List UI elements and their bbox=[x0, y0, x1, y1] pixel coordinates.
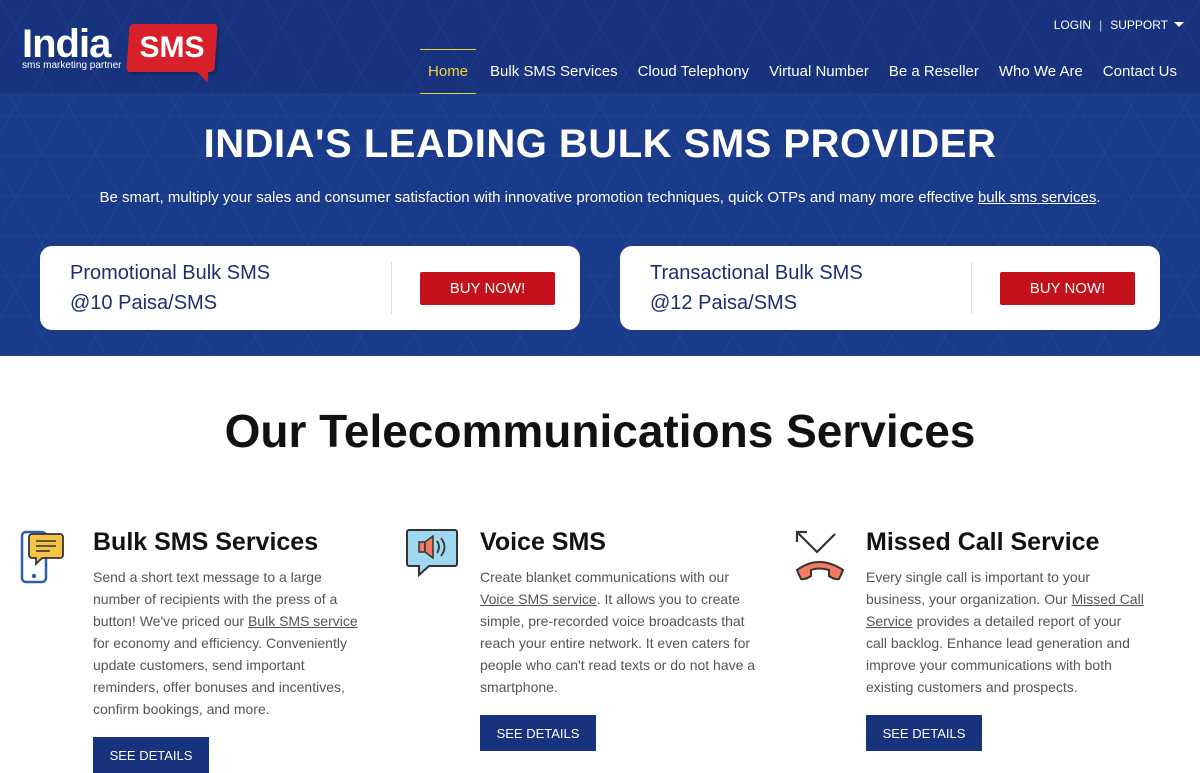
hero-subtitle-end: . bbox=[1096, 189, 1101, 206]
pricing-card-title: Transactional Bulk SMS bbox=[650, 262, 863, 284]
pricing-card-price: @12 Paisa/SMS bbox=[650, 292, 798, 314]
login-link[interactable]: LOGIN bbox=[1054, 18, 1091, 32]
util-separator: | bbox=[1099, 18, 1103, 32]
see-details-missed-call-button[interactable]: SEE DETAILS bbox=[866, 715, 982, 751]
voice-sms-service-link[interactable]: Voice SMS service bbox=[480, 591, 597, 607]
caret-down-icon bbox=[1174, 22, 1184, 27]
service-text-end: for economy and efficiency. Conveniently… bbox=[93, 635, 347, 717]
nav-item-cloud-telephony[interactable]: Cloud Telephony bbox=[628, 50, 759, 93]
support-dropdown[interactable]: SUPPORT bbox=[1110, 18, 1184, 32]
hero-subtitle: Be smart, multiply your sales and consum… bbox=[0, 189, 1200, 206]
pricing-card-price: @10 Paisa/SMS bbox=[70, 292, 218, 314]
nav-item-bulk-sms-services[interactable]: Bulk SMS Services bbox=[480, 50, 628, 93]
buy-now-transactional-button[interactable]: BUY NOW! bbox=[1000, 272, 1135, 305]
bulk-sms-service-link[interactable]: Bulk SMS service bbox=[248, 613, 358, 629]
site-header: India sms marketing partner SMS LOGIN | … bbox=[0, 0, 1200, 94]
pricing-card-promotional: Promotional Bulk SMS @10 Paisa/SMS BUY N… bbox=[40, 246, 580, 330]
see-details-voice-sms-button[interactable]: SEE DETAILS bbox=[480, 715, 596, 751]
logo-sms-badge: SMS bbox=[126, 24, 218, 72]
site-logo[interactable]: India sms marketing partner SMS bbox=[22, 22, 222, 78]
nav-item-be-a-reseller[interactable]: Be a Reseller bbox=[879, 50, 989, 93]
service-text-start: Create blanket communications with our bbox=[480, 569, 730, 585]
nav-item-who-we-are[interactable]: Who We Are bbox=[989, 50, 1093, 93]
missed-call-icon bbox=[795, 530, 845, 581]
card-divider bbox=[391, 262, 392, 314]
logo-tagline: sms marketing partner bbox=[22, 60, 122, 71]
support-label: SUPPORT bbox=[1110, 18, 1168, 32]
nav-item-virtual-number[interactable]: Virtual Number bbox=[759, 50, 879, 93]
hero-subtitle-text: Be smart, multiply your sales and consum… bbox=[99, 189, 978, 206]
service-text-start: Every single call is important to your b… bbox=[866, 569, 1091, 607]
see-details-bulk-sms-button[interactable]: SEE DETAILS bbox=[93, 737, 209, 773]
service-heading: Missed Call Service bbox=[866, 528, 1100, 556]
utility-nav: LOGIN | SUPPORT bbox=[1054, 18, 1184, 32]
service-description: Create blanket communications with our V… bbox=[480, 566, 760, 698]
service-description: Send a short text message to a large num… bbox=[93, 566, 373, 720]
pricing-card-transactional: Transactional Bulk SMS @12 Paisa/SMS BUY… bbox=[620, 246, 1160, 330]
hero-section: India sms marketing partner SMS LOGIN | … bbox=[0, 0, 1200, 356]
service-description: Every single call is important to your b… bbox=[866, 566, 1146, 698]
services-title: Our Telecommunications Services bbox=[224, 405, 976, 457]
service-heading: Voice SMS bbox=[480, 528, 606, 556]
service-heading: Bulk SMS Services bbox=[93, 528, 319, 556]
speaker-message-icon bbox=[406, 529, 458, 578]
main-nav: Home Bulk SMS Services Cloud Telephony V… bbox=[420, 49, 1187, 94]
buy-now-promotional-button[interactable]: BUY NOW! bbox=[420, 272, 555, 305]
phone-message-icon bbox=[20, 530, 64, 584]
card-divider bbox=[971, 262, 972, 314]
pricing-card-title: Promotional Bulk SMS bbox=[70, 262, 271, 284]
nav-item-home[interactable]: Home bbox=[420, 49, 477, 94]
bulk-sms-services-link[interactable]: bulk sms services bbox=[978, 189, 1096, 206]
hero-title: INDIA'S LEADING BULK SMS PROVIDER bbox=[203, 122, 997, 166]
logo-badge-text: SMS bbox=[139, 31, 205, 64]
nav-item-contact-us[interactable]: Contact Us bbox=[1093, 50, 1187, 93]
